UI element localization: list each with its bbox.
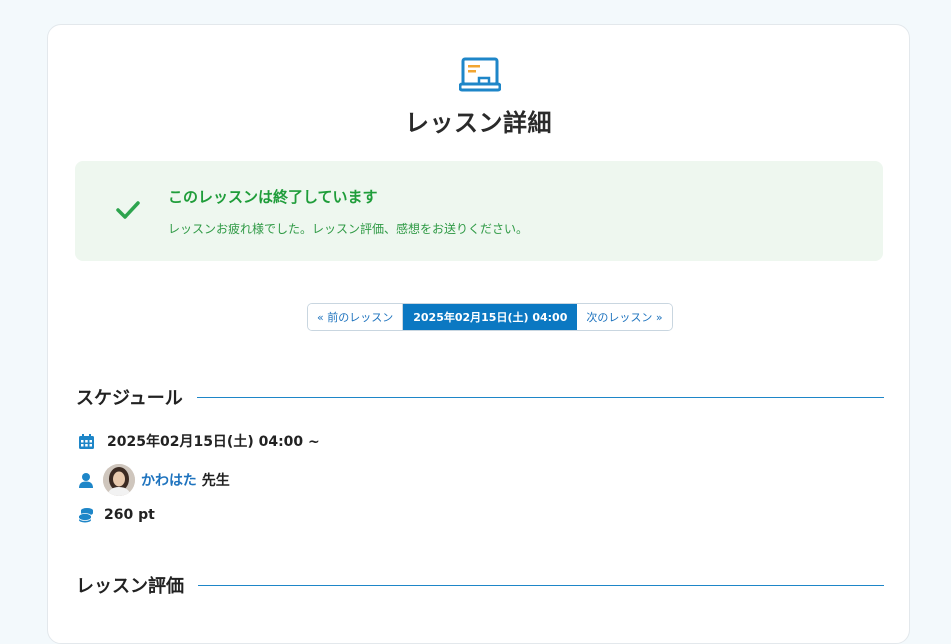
prev-lesson-link[interactable]: « 前のレッスン bbox=[308, 304, 404, 330]
schedule-datetime-row: 2025年02月15日(土) 04:00 ~ bbox=[78, 431, 320, 451]
heading-divider bbox=[196, 396, 884, 398]
laptop-icon bbox=[459, 57, 501, 92]
lesson-points: 260 pt bbox=[104, 507, 155, 523]
teacher-avatar[interactable] bbox=[103, 464, 135, 496]
schedule-heading-label: スケジュール bbox=[76, 388, 183, 409]
teacher-suffix: 先生 bbox=[201, 473, 230, 489]
current-lesson-button[interactable]: 2025年02月15日(土) 04:00 bbox=[403, 304, 578, 330]
schedule-teacher-row: かわはた 先生 bbox=[78, 464, 230, 496]
review-heading: レッスン評価 bbox=[76, 572, 884, 598]
review-heading-label: レッスン評価 bbox=[76, 576, 184, 597]
user-icon bbox=[78, 472, 94, 488]
page-title: レッスン詳細 bbox=[405, 109, 552, 137]
lesson-finished-alert: このレッスンは終了しています レッスンお疲れ様でした。レッスン評価、感想をお送り… bbox=[75, 161, 883, 261]
lesson-detail-card: レッスン詳細 このレッスンは終了しています レッスンお疲れ様でした。レッスン評価… bbox=[47, 24, 910, 644]
check-icon bbox=[116, 201, 140, 219]
schedule-points-row: 260 pt bbox=[78, 507, 155, 523]
alert-title: このレッスンは終了しています bbox=[168, 188, 378, 206]
schedule-heading: スケジュール bbox=[76, 384, 884, 410]
teacher-name-link[interactable]: かわはた bbox=[141, 470, 197, 490]
next-lesson-link[interactable]: 次のレッスン » bbox=[577, 304, 672, 330]
coins-icon bbox=[78, 507, 94, 523]
calendar-icon bbox=[78, 433, 94, 449]
lesson-pager: « 前のレッスン 2025年02月15日(土) 04:00 次のレッスン » bbox=[307, 303, 673, 331]
alert-message: レッスンお疲れ様でした。レッスン評価、感想をお送りください。 bbox=[168, 222, 529, 236]
heading-divider bbox=[198, 584, 884, 586]
schedule-datetime: 2025年02月15日(土) 04:00 ~ bbox=[107, 434, 320, 450]
